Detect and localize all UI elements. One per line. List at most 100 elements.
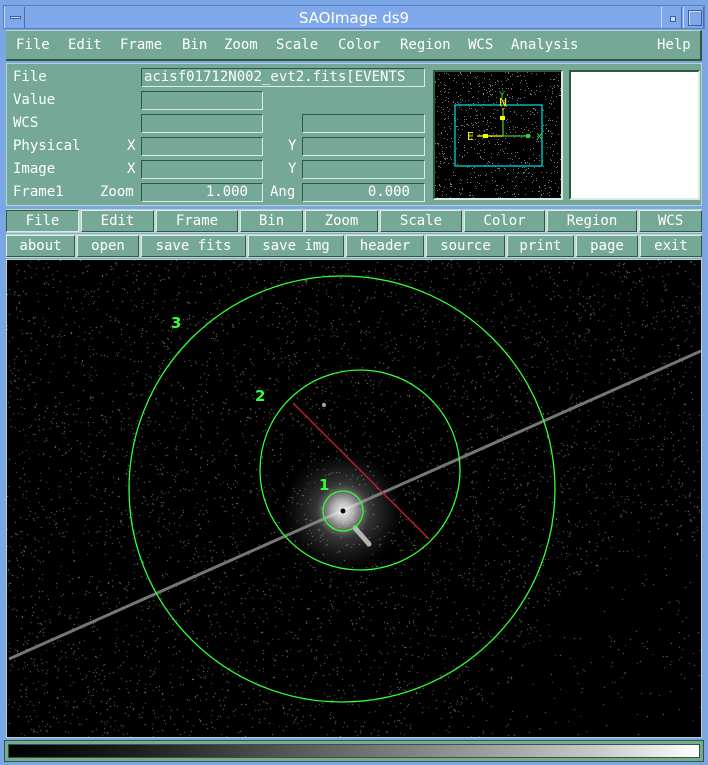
panner-pixel xyxy=(448,163,449,164)
panner-pixel xyxy=(459,189,460,190)
panner-pixel xyxy=(490,90,491,91)
menu-zoom[interactable]: Zoom xyxy=(224,37,258,53)
panner-pixel xyxy=(467,152,468,153)
menu-analysis[interactable]: Analysis xyxy=(511,37,578,53)
button-header[interactable]: header xyxy=(346,235,424,257)
menu-frame[interactable]: Frame xyxy=(120,37,162,53)
panner-pixel xyxy=(498,139,499,140)
panner-pixel xyxy=(449,126,450,127)
panner-pixel xyxy=(497,168,498,169)
button-color[interactable]: Color xyxy=(464,210,545,232)
panner-pixel xyxy=(551,103,552,104)
panner-pixel xyxy=(478,126,479,127)
wcs-field-2 xyxy=(302,114,425,133)
panner-pixel xyxy=(469,108,470,109)
button-wcs[interactable]: WCS xyxy=(639,210,702,232)
panner-pixel xyxy=(560,95,561,96)
panner-pixel xyxy=(459,137,460,138)
panner-pixel xyxy=(475,109,476,110)
panner-pixel xyxy=(533,180,534,181)
button-bin[interactable]: Bin xyxy=(240,210,303,232)
panner-pixel xyxy=(435,99,436,100)
panner-pixel xyxy=(439,153,440,154)
maximize-icon xyxy=(688,10,702,26)
panner-pixel xyxy=(531,73,532,74)
minimize-button[interactable] xyxy=(661,7,682,28)
button-edit[interactable]: Edit xyxy=(81,210,154,232)
panner-pixel xyxy=(551,160,552,161)
button-file[interactable]: File xyxy=(6,210,79,232)
panner-pixel xyxy=(552,133,553,134)
menu-bin[interactable]: Bin xyxy=(182,37,207,53)
panner-pixel xyxy=(439,74,440,75)
panner-pixel xyxy=(486,174,487,175)
panner-pixel xyxy=(460,102,461,103)
button-save-img[interactable]: save img xyxy=(248,235,344,257)
panner-pixel xyxy=(456,92,457,93)
panner-pixel xyxy=(444,92,445,93)
panner-pixel xyxy=(522,132,523,133)
panner-pixel xyxy=(441,94,442,95)
panner-pixel xyxy=(514,194,515,195)
panner-pixel xyxy=(477,110,478,111)
image-display[interactable]: 1 2 3 xyxy=(6,259,702,738)
menu-scale[interactable]: Scale xyxy=(276,37,318,53)
panner-pixel xyxy=(557,153,558,154)
panner-pixel xyxy=(525,188,526,189)
panner-pixel xyxy=(506,80,507,81)
panner-pixel xyxy=(550,131,551,132)
magnifier xyxy=(569,70,700,200)
button-zoom[interactable]: Zoom xyxy=(305,210,378,232)
panner-pixel xyxy=(508,79,509,80)
image-y-field xyxy=(302,160,425,179)
button-source[interactable]: source xyxy=(426,235,505,257)
panner-pixel xyxy=(464,121,465,122)
panner-pixel xyxy=(535,110,536,111)
button-scale[interactable]: Scale xyxy=(380,210,462,232)
panner-pixel xyxy=(460,194,461,195)
panner-pixel xyxy=(556,96,557,97)
panner-pixel xyxy=(435,102,436,103)
title-bar[interactable]: SAOImage ds9 xyxy=(3,5,705,29)
panner-pixel xyxy=(472,125,473,126)
panner-pixel xyxy=(476,115,477,116)
panner[interactable]: N Y E X xyxy=(433,70,563,200)
menu-color[interactable]: Color xyxy=(338,37,380,53)
panner-pixel xyxy=(452,141,453,142)
panner-pixel xyxy=(448,74,449,75)
panner-pixel xyxy=(484,89,485,90)
button-print[interactable]: print xyxy=(507,235,574,257)
wcs-label: WCS xyxy=(13,115,39,131)
panner-pixel xyxy=(546,153,547,154)
menu-region[interactable]: Region xyxy=(400,37,451,53)
menu-edit[interactable]: Edit xyxy=(68,37,102,53)
menu-wcs[interactable]: WCS xyxy=(468,37,493,53)
panner-pixel xyxy=(546,172,547,173)
button-exit[interactable]: exit xyxy=(640,235,702,257)
north-marker xyxy=(500,116,505,120)
button-frame[interactable]: Frame xyxy=(156,210,238,232)
panner-pixel xyxy=(469,195,470,196)
panner-pixel xyxy=(507,191,508,192)
panner-pixel xyxy=(493,103,494,104)
button-save-fits[interactable]: save fits xyxy=(141,235,246,257)
button-about[interactable]: about xyxy=(6,235,75,257)
panner-pixel xyxy=(551,189,552,190)
panner-pixel xyxy=(449,78,450,79)
menu-file[interactable]: File xyxy=(16,37,50,53)
value-label: Value xyxy=(13,92,56,108)
menu-help[interactable]: Help xyxy=(657,37,691,53)
colorbar[interactable] xyxy=(8,744,700,758)
panner-pixel xyxy=(560,159,561,160)
panner-pixel xyxy=(557,172,558,173)
button-page[interactable]: page xyxy=(576,235,638,257)
panner-pixel xyxy=(545,188,546,189)
button-region[interactable]: Region xyxy=(547,210,637,232)
panner-pixel xyxy=(528,88,529,89)
panner-pixel xyxy=(543,193,544,194)
panner-pixel xyxy=(457,126,458,127)
maximize-button[interactable] xyxy=(683,7,704,28)
angle-label: Ang xyxy=(270,184,296,200)
panner-pixel xyxy=(470,173,471,174)
button-open[interactable]: open xyxy=(77,235,139,257)
